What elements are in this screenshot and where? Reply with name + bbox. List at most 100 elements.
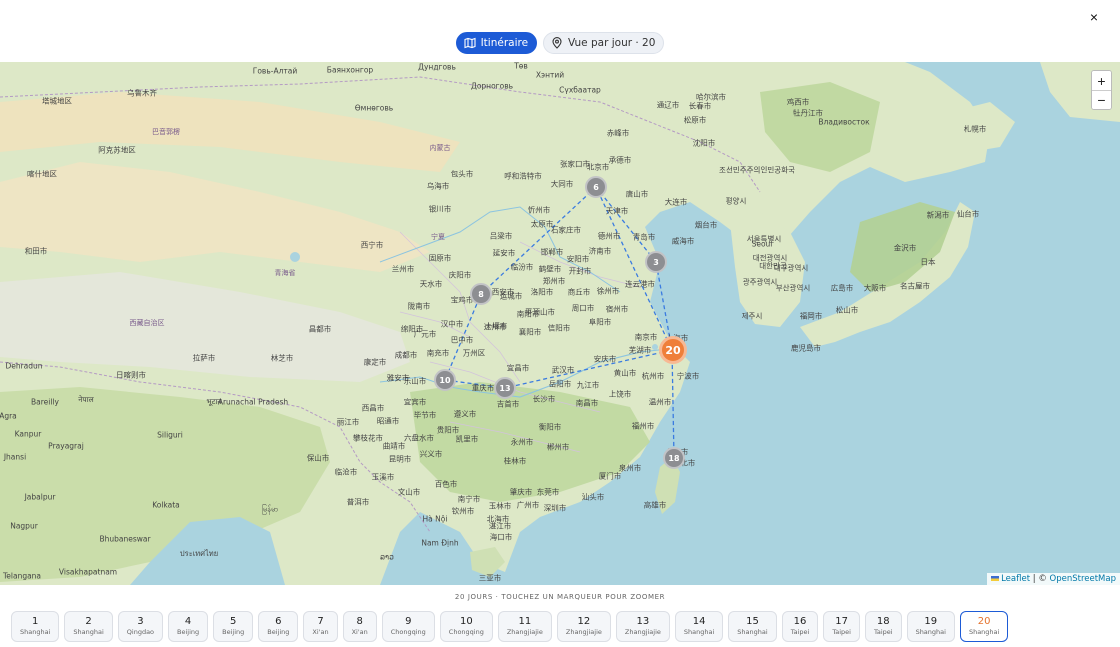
place-label: 陇南市 [407, 301, 431, 311]
itinerary-marker[interactable]: 18 [663, 447, 685, 469]
place-label: 安庆市 [593, 354, 617, 364]
map-canvas[interactable]: 北京市 天津市 张家口市 承德市 赤峰市 沈阳市 大连市 唐山市 呼和浩特市 包… [0, 62, 1120, 585]
place-label: 大连市 [664, 197, 688, 207]
place-label: 黄山市 [613, 368, 637, 378]
place-label: 제주시 [741, 311, 763, 321]
day-view-tab[interactable]: Vue par jour · 20 [543, 32, 665, 54]
zoom-out-button[interactable]: − [1092, 90, 1111, 109]
openstreetmap-link[interactable]: OpenStreetMap [1050, 574, 1116, 584]
itinerary-marker[interactable]: 3 [645, 251, 667, 273]
place-label: 鹤壁市 [538, 264, 562, 274]
place-label: Говь-Алтай [252, 66, 298, 76]
day-chip-4[interactable]: 4 Beijing [168, 611, 209, 642]
place-label: 延安市 [492, 248, 516, 258]
day-number: 10 [459, 616, 473, 627]
place-label: 塔城地区 [42, 96, 72, 106]
place-label: 대한민국 [759, 261, 787, 271]
place-label: 天津市 [605, 206, 629, 216]
itinerary-marker[interactable]: 8 [470, 283, 492, 305]
day-chip-6[interactable]: 6 Beijing [258, 611, 299, 642]
day-chip-10[interactable]: 10 Chongqing [439, 611, 493, 642]
place-label: 岳阳市 [548, 379, 572, 389]
itinerary-marker[interactable]: 6 [585, 176, 607, 198]
day-chip-8[interactable]: 8 Xi'an [342, 611, 377, 642]
day-city: Chongqing [448, 628, 484, 636]
place-label: 宿州市 [605, 304, 629, 314]
day-chip-5[interactable]: 5 Beijing [213, 611, 254, 642]
day-city: Shanghai [737, 628, 768, 636]
place-label: नेपाल [78, 395, 94, 404]
place-label: 松山市 [835, 305, 859, 315]
place-label: 海口市 [489, 532, 513, 542]
day-chip-15[interactable]: 15 Shanghai [728, 611, 777, 642]
place-label: Agra [0, 411, 17, 421]
itinerary-marker[interactable]: 13 [494, 377, 516, 399]
close-button[interactable]: × [1084, 8, 1104, 26]
zoom-control: + − [1091, 70, 1112, 110]
day-chip-16[interactable]: 16 Taipei [781, 611, 819, 642]
place-label: 承德市 [608, 155, 632, 165]
day-chip-20[interactable]: 20 Shanghai [959, 611, 1009, 642]
day-city: Taipei [790, 628, 810, 636]
day-view-tab-label: Vue par jour · 20 [568, 37, 656, 49]
day-chip-11[interactable]: 11 Zhangjiajie [497, 611, 552, 642]
place-label: 威海市 [671, 236, 695, 246]
place-label: 百色市 [434, 479, 458, 489]
day-number: 16 [793, 616, 807, 627]
day-chip-2[interactable]: 2 Shanghai [64, 611, 113, 642]
day-city: Shanghai [968, 628, 1000, 636]
day-number: 12 [577, 616, 591, 627]
place-label: 临汾市 [510, 262, 534, 272]
itinerary-marker-selected[interactable]: 20 [659, 336, 687, 364]
place-label: 조선민주주의인민공화국 [719, 165, 795, 175]
lake-qinghai [290, 252, 300, 262]
place-label: 喀什地区 [27, 169, 57, 179]
place-label: 평양시 [725, 196, 747, 206]
itinerary-tab-label: Itinéraire [480, 37, 529, 49]
leaflet-link[interactable]: Leaflet [1001, 574, 1030, 584]
place-label: 阜阳市 [588, 317, 612, 327]
day-chip-1[interactable]: 1 Shanghai [11, 611, 60, 642]
place-label: 부산광역시 [775, 283, 811, 293]
map-icon [464, 37, 476, 49]
place-label: 日喀则市 [116, 370, 146, 380]
day-chip-17[interactable]: 17 Taipei [823, 611, 860, 642]
place-label: 厦门市 [598, 471, 622, 481]
day-chip-3[interactable]: 3 Qingdao [117, 611, 164, 642]
place-label: 日本 [920, 257, 936, 267]
day-chip-9[interactable]: 9 Chongqing [381, 611, 435, 642]
place-label: 十堰市 [484, 321, 508, 331]
itinerary-marker[interactable]: 10 [434, 369, 456, 391]
place-label: 包头市 [450, 169, 474, 179]
place-label: 赤峰市 [606, 128, 630, 138]
place-label: Владивосток [818, 117, 870, 127]
day-chip-12[interactable]: 12 Zhangjiajie [556, 611, 611, 642]
place-label: 宜宾市 [403, 397, 427, 407]
day-chip-19[interactable]: 19 Shanghai [906, 611, 955, 642]
day-city: Shanghai [20, 628, 51, 636]
place-label: 昌都市 [308, 324, 332, 334]
place-label: 鸡西市 [786, 97, 810, 107]
day-chip-18[interactable]: 18 Taipei [864, 611, 902, 642]
place-label: 忻州市 [527, 205, 551, 215]
place-label: 広島市 [830, 283, 854, 293]
zoom-in-button[interactable]: + [1092, 71, 1111, 90]
place-label: 东莞市 [536, 487, 560, 497]
place-label: Төв [514, 62, 528, 71]
place-label: 天水市 [419, 279, 443, 289]
place-label: 丽江市 [336, 417, 360, 427]
place-label: 重庆市 [471, 383, 495, 393]
itinerary-tab[interactable]: Itinéraire [455, 32, 538, 54]
place-label: မြန်မာ [261, 504, 279, 514]
place-label: 洛阳市 [530, 287, 554, 297]
place-label: Nam Định [421, 538, 459, 548]
day-chip-13[interactable]: 13 Zhangjiajie [615, 611, 670, 642]
place-label: 阿克苏地区 [98, 145, 136, 155]
location-pin-icon [552, 37, 562, 49]
day-chip-14[interactable]: 14 Shanghai [674, 611, 724, 642]
day-city: Xi'an [312, 628, 329, 636]
place-label: 巴中市 [450, 335, 474, 345]
day-chip-7[interactable]: 7 Xi'an [303, 611, 338, 642]
day-number: 9 [405, 616, 412, 627]
day-city: Zhangjiajie [565, 628, 602, 636]
